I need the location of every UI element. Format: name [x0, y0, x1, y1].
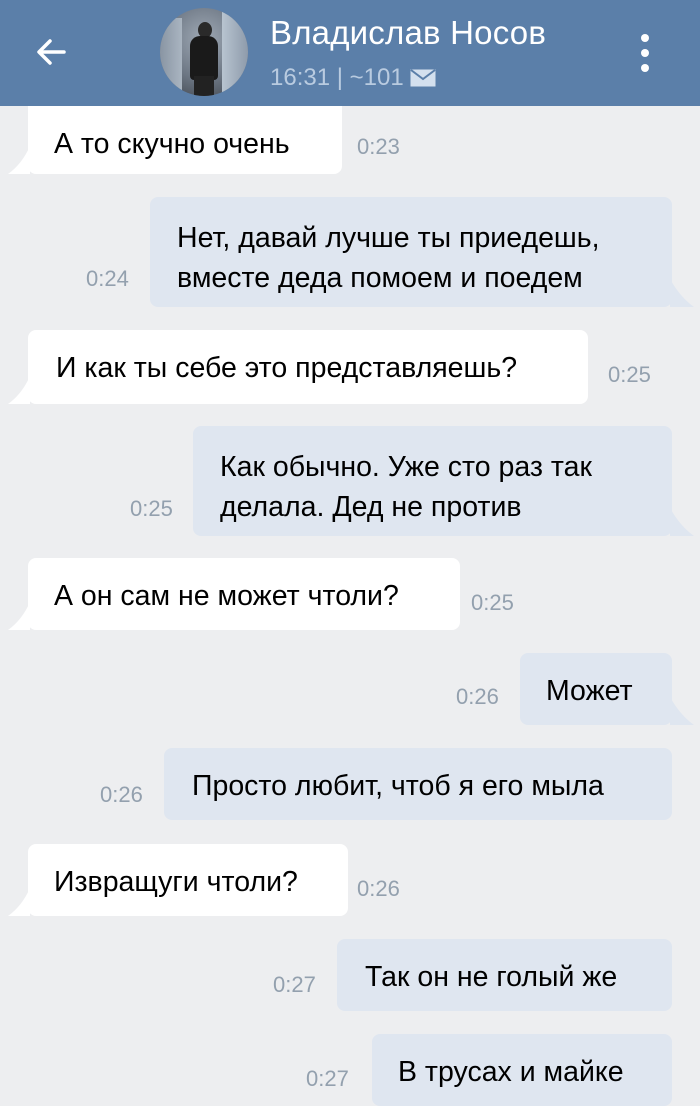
bubble-tail	[670, 697, 694, 725]
message-bubble: Может	[520, 653, 672, 725]
bubble-tail	[8, 602, 30, 630]
menu-button[interactable]	[630, 28, 660, 78]
message-bubble: Нет, давай лучше ты приедешь, вместе дед…	[150, 197, 672, 307]
message-time: 0:26	[357, 876, 400, 901]
status-text: 16:31 | ~101	[270, 64, 404, 91]
message-time: 0:25	[608, 362, 651, 387]
arrow-left-icon	[37, 39, 66, 65]
envelope-icon	[410, 69, 436, 87]
message-bubble: Так он не голый же	[337, 939, 672, 1011]
chat-header: Владислав Носов 16:31 | ~101	[0, 0, 700, 106]
contact-status: 16:31 | ~101	[270, 64, 436, 92]
contact-name[interactable]: Владислав Носов	[270, 14, 546, 52]
message-time: 0:25	[130, 496, 173, 521]
message-bubble: А то скучно очень	[28, 106, 342, 174]
message-time: 0:27	[306, 1066, 349, 1091]
bubble-tail	[670, 279, 694, 307]
bubble-tail	[670, 508, 694, 536]
avatar[interactable]	[160, 8, 248, 96]
message-bubble: А он сам не может чтоли?	[28, 558, 460, 630]
message-time: 0:26	[100, 782, 143, 807]
message-bubble: Просто любит, чтоб я его мыла	[164, 748, 672, 820]
bubble-tail	[8, 146, 30, 174]
back-button[interactable]	[30, 24, 80, 80]
message-bubble: И как ты себе это представляешь?	[28, 330, 588, 404]
message-time: 0:27	[273, 972, 316, 997]
bubble-tail	[8, 888, 30, 916]
message-time: 0:25	[471, 590, 514, 615]
message-time: 0:23	[357, 134, 400, 159]
message-time: 0:26	[456, 684, 499, 709]
bubble-tail	[8, 376, 30, 404]
message-bubble: Извращуги чтоли?	[28, 844, 348, 916]
message-bubble: В трусах и майке	[372, 1034, 672, 1106]
vertical-dots-icon	[641, 34, 649, 72]
message-bubble: Как обычно. Уже сто раз так делала. Дед …	[193, 426, 672, 536]
message-time: 0:24	[86, 266, 129, 291]
